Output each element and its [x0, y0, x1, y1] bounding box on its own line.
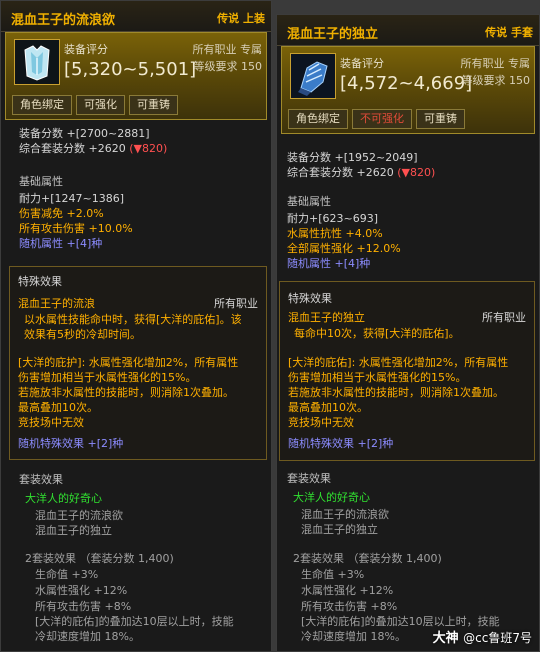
buff-desc: 最高叠加10次。 [288, 401, 368, 414]
enhance-status-button[interactable]: 不可强化 [352, 109, 412, 129]
item-rarity: 传说 手套 [485, 26, 533, 39]
special-effect-box: 特殊效果 混血王子的流浪 所有职业 以水属性技能命中时，获得[大洋的庇佑]。该 … [9, 266, 267, 460]
special-desc: 每命中10次，获得[大洋的庇佑]。 [294, 327, 460, 340]
set2-effect: 所有攻击伤害 +8% [35, 600, 132, 613]
set2-effect: 生命值 +3% [35, 568, 99, 581]
set2-effect: 水属性强化 +12% [301, 584, 394, 597]
buff-desc: 最高叠加10次。 [18, 401, 98, 414]
base-attr-header: 基础属性 [19, 175, 63, 188]
score-value: [5,320~5,501] [64, 59, 197, 80]
buff-desc: 竞技场中无效 [18, 416, 84, 429]
set2-effect: 冷却速度增加 18%。 [35, 630, 140, 643]
buff-desc: [大洋的庇佑]: 水属性强化增加2%，所有属性 [288, 356, 509, 369]
set-item: 混血王子的独立 [35, 524, 112, 537]
buff-desc: 竞技场中无效 [288, 416, 354, 429]
set-score: 综合套装分数 +2620 (▼820) [287, 164, 435, 180]
set2-title: 2套装效果 （套装分数 1,400) [293, 552, 442, 565]
job-requirement: 所有职业 专属 [192, 43, 263, 56]
random-special: 随机特殊效果 +[2]种 [288, 437, 394, 450]
equip-score: 装备分数 +[1952~2049] [287, 151, 418, 164]
set-item: 混血王子的流浪欲 [301, 508, 389, 521]
random-special: 随机特殊效果 +[2]种 [18, 437, 124, 450]
special-job: 所有职业 [214, 297, 258, 310]
base-attr-line: 所有攻击伤害 +10.0% [19, 222, 133, 235]
item-summary-panel: 装备评分 [4,572~4,669] 所有职业 专属 等级要求 150 角色绑定… [281, 46, 535, 134]
set-name: 大洋人的好奇心 [293, 491, 370, 504]
reforge-status-button[interactable]: 可重铸 [416, 109, 465, 129]
special-header: 特殊效果 [18, 275, 62, 288]
set-item: 混血王子的流浪欲 [35, 509, 123, 522]
base-attr-line: 水属性抗性 +4.0% [287, 227, 383, 240]
base-attr-header: 基础属性 [287, 195, 331, 208]
buff-desc: 伤害增加相当于水属性强化的15%。 [18, 371, 197, 384]
set-header: 套装效果 [19, 473, 63, 486]
item-summary-panel: 装备评分 [5,320~5,501] 所有职业 专属 等级要求 150 角色绑定… [5, 32, 267, 120]
set-score: 综合套装分数 +2620 (▼820) [19, 140, 167, 156]
set-name: 大洋人的好奇心 [25, 492, 102, 505]
special-header: 特殊效果 [288, 292, 332, 305]
set-score-value: 综合套装分数 +2620 [287, 166, 394, 179]
set2-effect: 所有攻击伤害 +8% [301, 600, 398, 613]
equip-score: 装备分数 +[2700~2881] [19, 127, 150, 140]
random-attr: 随机属性 +[4]种 [19, 237, 103, 250]
level-requirement: 等级要求 150 [193, 60, 263, 73]
score-value: [4,572~4,669] [340, 73, 473, 94]
set-item: 混血王子的独立 [301, 523, 378, 536]
special-effect-box: 特殊效果 混血王子的独立 所有职业 每命中10次，获得[大洋的庇佑]。 [大洋的… [279, 281, 535, 461]
watermark-handle: @cc鲁班7号 [463, 631, 532, 645]
set-score-delta: (▼820) [397, 166, 436, 179]
set-header: 套装效果 [287, 472, 331, 485]
special-name: 混血王子的独立 [288, 311, 365, 324]
item-rarity: 传说 上装 [217, 12, 265, 25]
special-name: 混血王子的流浪 [18, 297, 95, 310]
enhance-status-button[interactable]: 可强化 [76, 95, 125, 115]
armor-top-icon [14, 39, 60, 85]
item-tooltip-gloves: 混血王子的独立 传说 手套 装备评分 [4,572~4,669] 所有职业 专属… [276, 14, 540, 652]
special-job: 所有职业 [482, 311, 526, 324]
watermark-brand: 大神 [432, 631, 459, 646]
buff-desc: 伤害增加相当于水属性强化的15%。 [288, 371, 467, 384]
base-attr-stamina: 耐力+[1247~1386] [19, 192, 125, 205]
tooltip-header: 混血王子的流浪欲 传说 上装 [1, 1, 271, 32]
bind-status-button[interactable]: 角色绑定 [288, 109, 348, 129]
special-desc: 以水属性技能命中时，获得[大洋的庇佑]。该 [24, 313, 242, 326]
set2-effect: [大洋的庇佑]的叠加达10层以上时，技能 [35, 615, 234, 628]
set2-effect: 生命值 +3% [301, 568, 365, 581]
item-tooltip-top: 混血王子的流浪欲 传说 上装 装备评分 [5,320~5,501] 所有职业 专… [0, 0, 272, 652]
level-requirement: 等级要求 150 [461, 74, 531, 87]
set-score-delta: (▼820) [129, 142, 168, 155]
random-attr: 随机属性 +[4]种 [287, 257, 371, 270]
set2-effect: 水属性强化 +12% [35, 584, 128, 597]
watermark: 大神 @cc鲁班7号 [433, 627, 532, 646]
score-label: 装备评分 [64, 43, 108, 56]
base-attr-line: 全部属性强化 +12.0% [287, 242, 401, 255]
buff-desc: 若施放非水属性的技能时，则消除1次叠加。 [18, 386, 234, 399]
tooltip-header: 混血王子的独立 传说 手套 [277, 15, 539, 46]
item-title: 混血王子的流浪欲 [11, 13, 116, 28]
item-title: 混血王子的独立 [287, 27, 379, 42]
gloves-icon [290, 53, 336, 99]
bind-status-button[interactable]: 角色绑定 [12, 95, 72, 115]
base-attr-stamina: 耐力+[623~693] [287, 212, 379, 225]
reforge-status-button[interactable]: 可重铸 [129, 95, 178, 115]
buff-desc: [大洋的庇护]: 水属性强化增加2%，所有属性 [18, 356, 239, 369]
set2-title: 2套装效果 （套装分数 1,400) [25, 552, 174, 565]
set2-effect: 冷却速度增加 18%。 [301, 630, 406, 643]
base-attr-line: 伤害减免 +2.0% [19, 207, 104, 220]
set-score-value: 综合套装分数 +2620 [19, 142, 126, 155]
special-desc: 效果有5秒的冷却时间。 [24, 328, 141, 341]
score-label: 装备评分 [340, 57, 384, 70]
buff-desc: 若施放非水属性的技能时，则消除1次叠加。 [288, 386, 504, 399]
job-requirement: 所有职业 专属 [460, 57, 531, 70]
